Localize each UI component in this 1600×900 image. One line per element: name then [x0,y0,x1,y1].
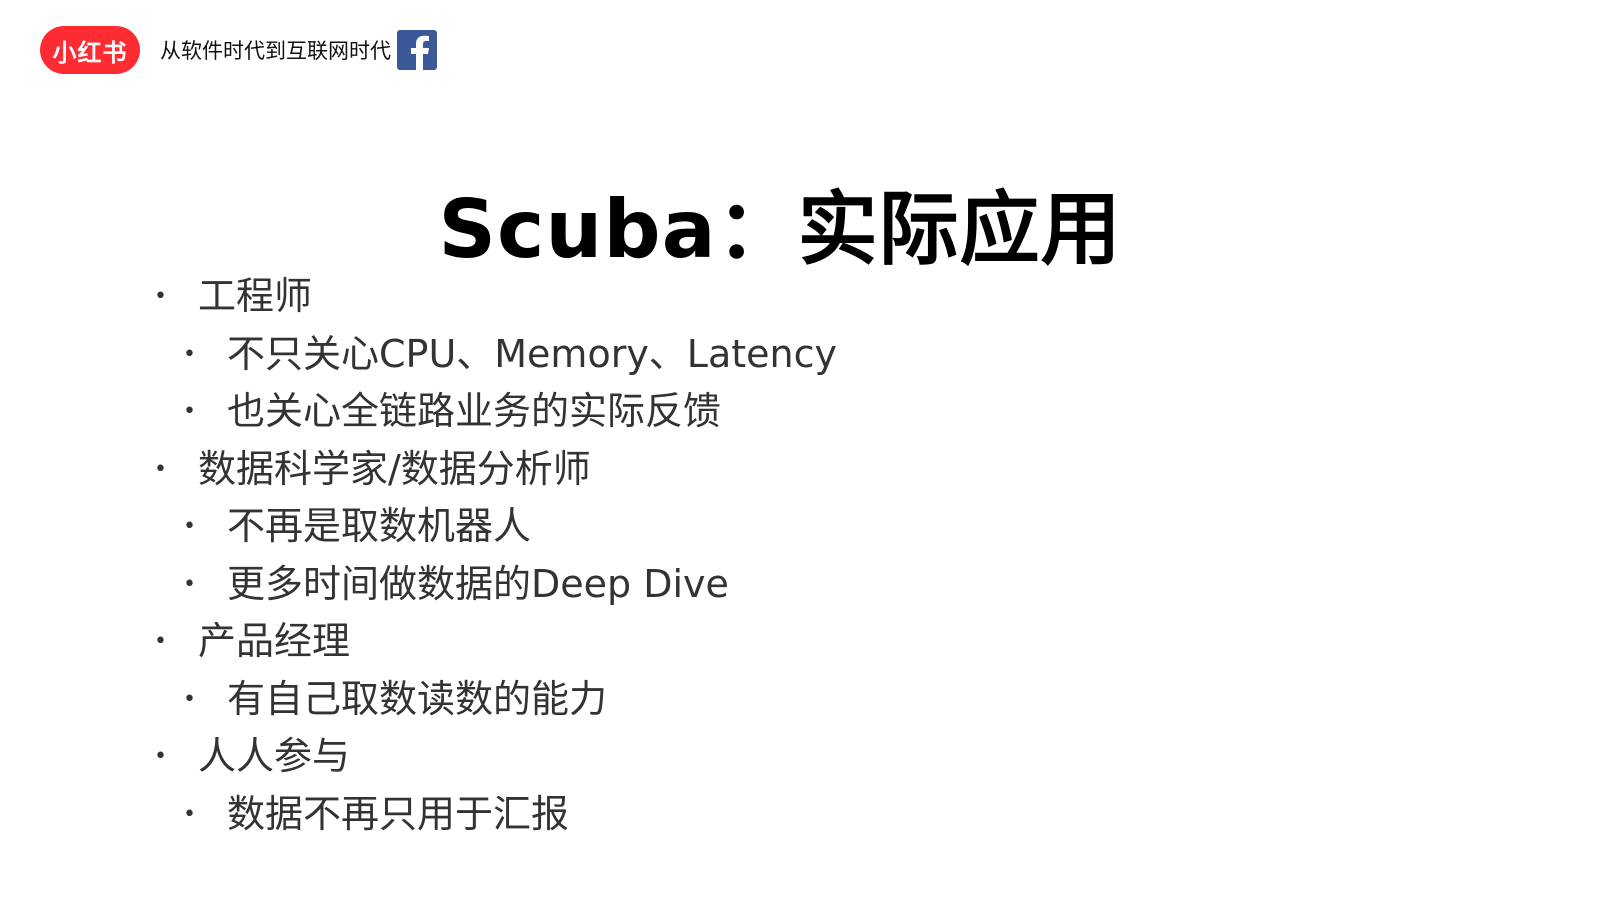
bullet-dot: • [183,399,196,424]
bullet-dot: • [183,341,196,367]
bullet-dot: • [183,801,196,827]
bullet-list: • 工程师 • 不只关心CPU、Memory、Latency • 也关心全链路业… [150,268,1350,843]
bullet-text: 不只关心CPU、Memory、Latency [227,331,838,376]
bullet-text: 更多时间做数据的Deep Dive [227,561,729,606]
bullet-text: 数据科学家/数据分析师 [198,446,591,491]
facebook-icon [397,30,437,70]
bullet-text: 产品经理 [198,619,351,663]
bullet-item: • 有自己取数读数的能力 [150,671,1350,729]
bullet-item: • 数据科学家/数据分析师 [150,441,1350,499]
bullet-item: • 不再是取数机器人 [150,498,1350,556]
bullet-item: • 工程师 [150,268,1350,326]
header-subtitle: 从软件时代到互联网时代 [160,39,391,63]
bullet-dot: • [183,686,196,712]
bullet-dot: • [154,456,167,482]
bullet-item: • 数据不再只用于汇报 [150,786,1350,844]
bullet-dot: • [154,629,167,654]
bullet-item: • 不只关心CPU、Memory、Latency [150,326,1350,384]
bullet-text: 有自己取数读数的能力 [227,676,608,721]
bullet-text: 工程师 [198,274,313,318]
header: 小红书 从软件时代到互联网时代 [40,25,437,75]
bullet-dot: • [183,514,196,539]
bullet-text: 人人参与 [198,734,351,778]
bullet-item: • 人人参与 [150,728,1350,786]
bullet-dot: • [154,744,167,769]
bullet-dot: • [183,571,196,597]
bullet-item: • 更多时间做数据的Deep Dive [150,556,1350,614]
bullet-text: 也关心全链路业务的实际反馈 [227,389,722,433]
brand-logo: 小红书 [40,26,140,74]
slide-title: Scuba：实际应用 [438,183,1122,276]
bullet-item: • 也关心全链路业务的实际反馈 [150,383,1350,441]
bullet-text: 数据不再只用于汇报 [227,791,570,836]
bullet-item: • 产品经理 [150,613,1350,671]
bullet-text: 不再是取数机器人 [227,504,532,548]
bullet-dot: • [154,284,167,309]
